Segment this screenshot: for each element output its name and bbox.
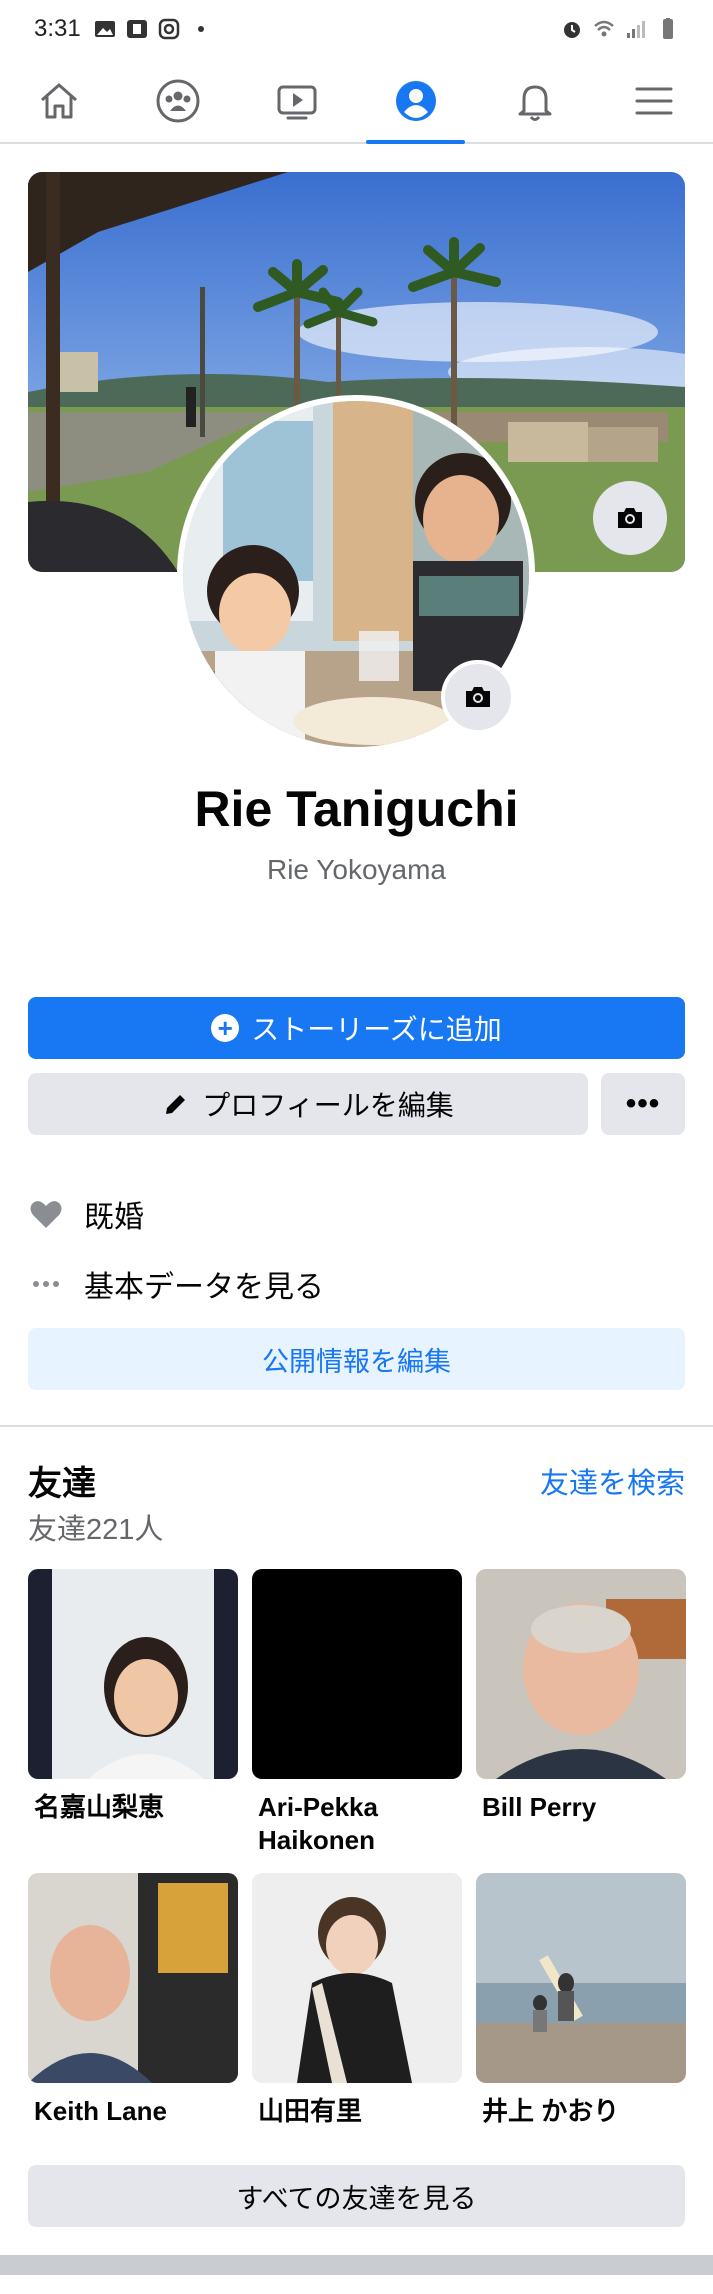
see-about-label: 基本データを見る [84, 1271, 324, 1304]
camera-icon [618, 508, 642, 528]
find-friends-link[interactable]: 友達を検索 [540, 1460, 685, 1502]
pencil-icon [166, 1095, 186, 1114]
friend-photo [252, 1569, 462, 1779]
friend-photo [252, 1873, 462, 2083]
friend-card[interactable]: 山田有里 [252, 1873, 462, 2128]
status-time: 3:31 [34, 15, 81, 42]
friend-photo [476, 1569, 686, 1779]
add-story-label: ストーリーズに追加 [251, 1014, 502, 1045]
signal-icon [627, 21, 645, 38]
see-all-friends-label: すべての友達を見る [236, 2183, 477, 2214]
wifi-icon [594, 20, 614, 37]
friend-photo [28, 1873, 238, 2083]
plus-icon: + [211, 1014, 240, 1042]
groups-icon [156, 79, 200, 123]
edit-public-details-label: 公開情報を編集 [262, 1346, 451, 1377]
see-about-row[interactable]: 基本データを見る [28, 1262, 324, 1306]
relationship-row: 既婚 [28, 1192, 144, 1236]
friend-photo [476, 1873, 686, 2083]
edit-profile-button[interactable]: プロフィールを編集 [28, 1073, 588, 1135]
bell-icon [518, 85, 552, 121]
tab-profile[interactable] [356, 60, 475, 144]
dot-icon [198, 26, 204, 32]
menu-icon [635, 87, 673, 115]
friend-card[interactable]: Ari-Pekka Haikonen [252, 1569, 462, 1857]
edit-profile-label: プロフィールを編集 [202, 1090, 454, 1121]
heart-icon [28, 1196, 64, 1232]
add-story-button[interactable]: + ストーリーズに追加 [28, 997, 685, 1059]
cover-camera-button[interactable] [593, 481, 667, 555]
top-navigation [0, 60, 713, 144]
friend-name: Keith Lane [34, 2096, 167, 2126]
friend-name: Ari-Pekka Haikonen [258, 1792, 378, 1855]
battery-icon [663, 18, 673, 39]
gallery-icon [95, 21, 115, 37]
app-icon [127, 20, 147, 38]
see-all-friends-button[interactable]: すべての友達を見る [28, 2165, 685, 2227]
friend-card[interactable]: Keith Lane [28, 1873, 238, 2128]
watch-icon [277, 85, 317, 120]
status-bar: 3:31 [0, 0, 713, 60]
profile-alternate-name: Rie Yokoyama [266, 854, 446, 885]
section-separator [0, 2255, 713, 2275]
profile-name: Rie Taniguchi [194, 781, 519, 837]
instagram-icon [158, 18, 180, 40]
alarm-icon [564, 22, 580, 38]
friends-count: 友達221人 [28, 1514, 164, 1546]
friends-title: 友達 [28, 1465, 96, 1503]
friend-card[interactable]: 名嘉山梨恵 [28, 1569, 238, 1824]
tab-menu[interactable] [594, 60, 713, 142]
profile-camera-button[interactable] [441, 660, 515, 734]
home-icon [41, 83, 78, 119]
friend-card[interactable]: Bill Perry [476, 1569, 686, 1824]
ellipsis-icon [28, 1266, 64, 1302]
friend-card[interactable]: 井上 かおり [476, 1873, 686, 2128]
friend-name: Bill Perry [482, 1792, 597, 1822]
friend-name: 名嘉山梨恵 [34, 1792, 165, 1822]
tab-notifications[interactable] [475, 60, 594, 142]
tab-groups[interactable] [119, 60, 238, 142]
friend-photo [28, 1569, 238, 1779]
friend-name: 井上 かおり [482, 2096, 620, 2126]
profile-icon [395, 81, 436, 121]
relationship-status: 既婚 [84, 1201, 144, 1234]
more-icon: ••• [625, 1087, 661, 1120]
section-divider [0, 1425, 713, 1427]
tab-home[interactable] [0, 60, 119, 142]
more-options-button[interactable]: ••• [601, 1073, 685, 1135]
tab-watch[interactable] [238, 60, 357, 142]
friend-name: 山田有里 [258, 2096, 363, 2126]
camera-icon [466, 687, 490, 707]
edit-public-details-button[interactable]: 公開情報を編集 [28, 1328, 685, 1390]
